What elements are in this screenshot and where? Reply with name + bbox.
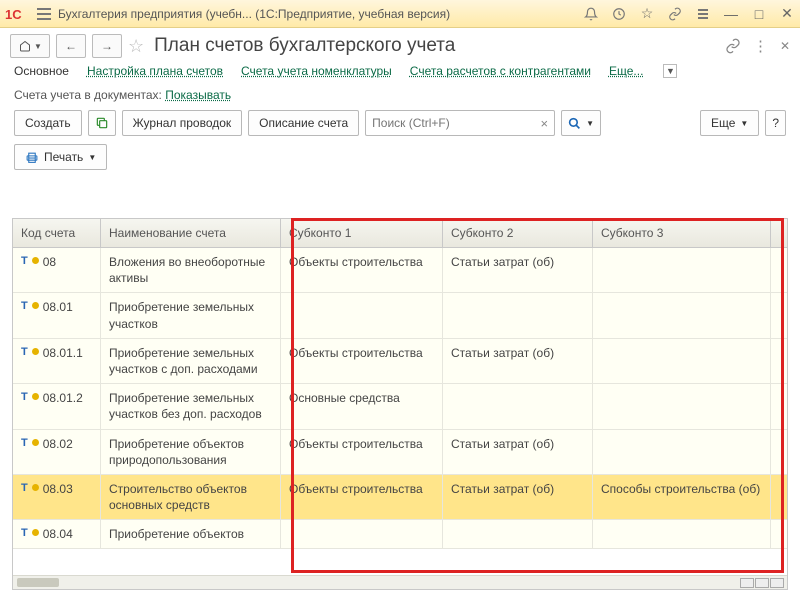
print-button[interactable]: Печать ▼ bbox=[14, 144, 107, 170]
table-wrapper: Код счета Наименование счета Субконто 1 … bbox=[0, 218, 800, 590]
minimize-button[interactable]: — bbox=[722, 5, 740, 23]
description-button[interactable]: Описание счета bbox=[248, 110, 359, 136]
filter-label: Счета учета в документах: bbox=[14, 88, 162, 102]
table-row[interactable]: T08.01.1Приобретение земельных участков … bbox=[13, 339, 787, 384]
bell-icon[interactable] bbox=[582, 5, 600, 23]
favorite-star-icon[interactable]: ☆ bbox=[128, 36, 144, 57]
page-title: План счетов бухгалтерского учета bbox=[154, 35, 719, 57]
close-page-button[interactable]: ✕ bbox=[780, 39, 790, 53]
system-icons: ☆ — □ ✕ bbox=[582, 5, 796, 23]
star-icon[interactable]: ☆ bbox=[638, 5, 656, 23]
more-button[interactable]: Еще▼ bbox=[700, 110, 759, 136]
page-header: ▼ ← → ☆ План счетов бухгалтерского учета… bbox=[0, 28, 800, 62]
col-header-subconto1[interactable]: Субконто 1 bbox=[281, 219, 443, 247]
col-header-code[interactable]: Код счета bbox=[13, 219, 101, 247]
maximize-button[interactable]: □ bbox=[750, 5, 768, 23]
table-row[interactable]: T08.01Приобретение земельных участков bbox=[13, 293, 787, 338]
table-row[interactable]: T08.03Строительство объектов основных ср… bbox=[13, 475, 787, 520]
print-bar: Печать ▼ bbox=[0, 144, 800, 176]
back-button[interactable]: ← bbox=[56, 34, 86, 58]
overflow-icon[interactable] bbox=[694, 5, 712, 23]
forward-button[interactable]: → bbox=[92, 34, 122, 58]
accounts-table: Код счета Наименование счета Субконто 1 … bbox=[12, 218, 788, 590]
table-body[interactable]: T08Вложения во внеоборотные активыОбъект… bbox=[13, 248, 787, 575]
search-input-wrap[interactable]: × bbox=[365, 110, 555, 136]
close-window-button[interactable]: ✕ bbox=[778, 5, 796, 23]
tab-setup[interactable]: Настройка плана счетов bbox=[87, 64, 223, 78]
search-button[interactable]: ▼ bbox=[561, 110, 601, 136]
filter-line: Счета учета в документах: Показывать bbox=[0, 88, 800, 110]
col-header-subconto2[interactable]: Субконто 2 bbox=[443, 219, 593, 247]
horizontal-scrollbar[interactable] bbox=[13, 575, 787, 589]
app-logo: 1С bbox=[4, 4, 30, 24]
tab-contragents[interactable]: Счета расчетов с контрагентами bbox=[410, 64, 591, 78]
search-input[interactable] bbox=[372, 116, 540, 130]
menu-button[interactable] bbox=[34, 4, 54, 24]
tab-main[interactable]: Основное bbox=[14, 64, 69, 78]
copy-button[interactable] bbox=[88, 110, 116, 136]
home-dropdown-button[interactable]: ▼ bbox=[10, 34, 50, 58]
clear-search-icon[interactable]: × bbox=[541, 116, 549, 131]
attach-icon[interactable] bbox=[725, 38, 741, 54]
history-icon[interactable] bbox=[610, 5, 628, 23]
tab-nomenclature[interactable]: Счета учета номенклатуры bbox=[241, 64, 392, 78]
table-row[interactable]: T08Вложения во внеоборотные активыОбъект… bbox=[13, 248, 787, 293]
table-row[interactable]: T08.04Приобретение объектов bbox=[13, 520, 787, 549]
tab-more-dropdown[interactable]: ▼ bbox=[663, 64, 677, 78]
tab-more[interactable]: Еще... bbox=[609, 64, 643, 78]
toolbar: Создать Журнал проводок Описание счета ×… bbox=[0, 110, 800, 144]
link-icon[interactable] bbox=[666, 5, 684, 23]
svg-text:1С: 1С bbox=[5, 7, 22, 22]
kebab-icon[interactable]: ⋮ bbox=[753, 37, 768, 55]
table-header: Код счета Наименование счета Субконто 1 … bbox=[13, 219, 787, 248]
titlebar: 1С Бухгалтерия предприятия (учебн... (1С… bbox=[0, 0, 800, 28]
table-row[interactable]: T08.01.2Приобретение земельных участков … bbox=[13, 384, 787, 429]
filter-link[interactable]: Показывать bbox=[165, 88, 231, 102]
journal-button[interactable]: Журнал проводок bbox=[122, 110, 243, 136]
col-header-name[interactable]: Наименование счета bbox=[101, 219, 281, 247]
help-button[interactable]: ? bbox=[765, 110, 786, 136]
col-header-subconto3[interactable]: Субконто 3 bbox=[593, 219, 771, 247]
create-button[interactable]: Создать bbox=[14, 110, 82, 136]
page-tabs: Основное Настройка плана счетов Счета уч… bbox=[0, 62, 800, 88]
window-title: Бухгалтерия предприятия (учебн... (1С:Пр… bbox=[58, 7, 450, 21]
table-row[interactable]: T08.02Приобретение объектов природопольз… bbox=[13, 430, 787, 475]
scrollbar-thumb[interactable] bbox=[17, 578, 59, 587]
